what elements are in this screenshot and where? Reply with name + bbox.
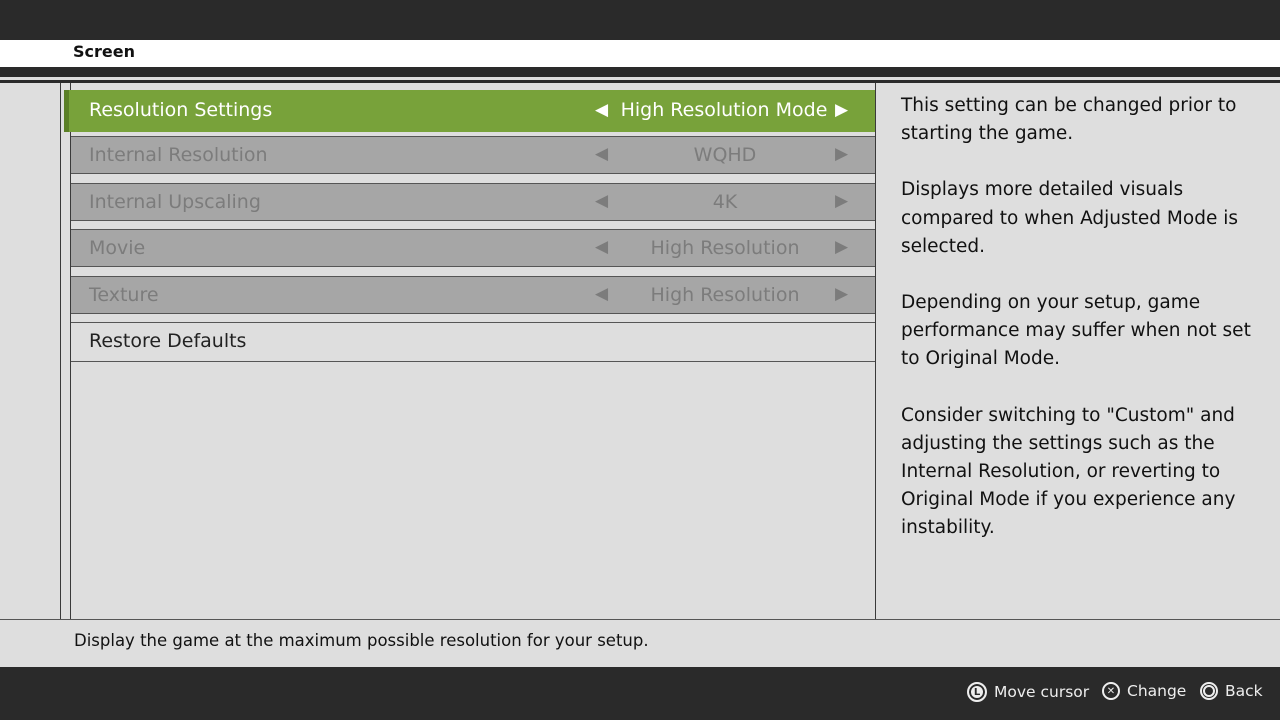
setting-value: 4K: [712, 191, 738, 213]
description-paragraph: This setting can be changed prior to sta…: [901, 95, 1237, 145]
arrow-right-icon: ▶: [835, 237, 849, 257]
setting-value: High Resolution: [650, 237, 800, 259]
arrow-left-icon: ◀: [595, 237, 609, 257]
footer-divider: [0, 619, 1280, 620]
arrow-right-icon: ▶: [835, 284, 849, 304]
cross-button-icon: ✕: [1102, 682, 1120, 700]
arrow-left-icon[interactable]: ◀: [595, 100, 608, 120]
control-hint-label: Move cursor: [994, 683, 1090, 701]
setting-row-internal-upscaling: Internal Upscaling ◀ 4K ▶: [71, 183, 875, 221]
control-hint-back[interactable]: Back: [1200, 682, 1263, 700]
title-divider-thin: [0, 80, 1280, 83]
help-text: Display the game at the maximum possible…: [74, 631, 649, 650]
title-bar: Screen: [0, 40, 1280, 67]
control-hint-label: Back: [1225, 682, 1263, 700]
arrow-left-icon: ◀: [595, 191, 609, 211]
setting-description: This setting can be changed prior to sta…: [901, 92, 1261, 571]
control-hint-move-cursor: L Move cursor: [967, 682, 1089, 702]
description-paragraph: Consider switching to "Custom" and adjus…: [901, 404, 1236, 539]
left-stick-icon: L: [967, 682, 987, 702]
setting-value: High Resolution: [650, 284, 800, 306]
setting-row-resolution-settings[interactable]: Resolution Settings ◀ High Resolution Mo…: [64, 90, 875, 132]
setting-label: Internal Resolution: [89, 144, 268, 166]
arrow-left-icon: ◀: [595, 144, 609, 164]
selection-indicator: [64, 90, 69, 132]
arrow-right-icon[interactable]: ▶: [835, 100, 848, 120]
setting-label: Texture: [89, 284, 159, 306]
description-paragraph: Depending on your setup, game performanc…: [901, 292, 1251, 370]
control-hint-label: Change: [1127, 682, 1187, 700]
top-bar: [0, 0, 1280, 40]
arrow-right-icon: ▶: [835, 191, 849, 211]
title-divider: [0, 67, 1280, 77]
setting-row-movie: Movie ◀ High Resolution ▶: [71, 229, 875, 267]
setting-row-internal-resolution: Internal Resolution ◀ WQHD ▶: [71, 136, 875, 174]
restore-defaults-button[interactable]: Restore Defaults: [71, 322, 875, 362]
arrow-left-icon: ◀: [595, 284, 609, 304]
arrow-right-icon: ▶: [835, 144, 849, 164]
page-title: Screen: [73, 42, 135, 61]
panel-divider: [875, 83, 876, 619]
setting-label: Movie: [89, 237, 146, 259]
setting-value: WQHD: [693, 144, 757, 166]
control-hint-change: ✕ Change: [1102, 682, 1186, 700]
restore-defaults-label: Restore Defaults: [89, 330, 247, 352]
circle-button-icon: [1200, 682, 1218, 700]
list-frame-left-outer: [60, 83, 61, 619]
setting-value: High Resolution Mode: [620, 99, 828, 121]
setting-row-texture: Texture ◀ High Resolution ▶: [71, 276, 875, 314]
description-paragraph: Displays more detailed visuals compared …: [901, 179, 1238, 257]
setting-label: Internal Upscaling: [89, 191, 261, 213]
setting-label: Resolution Settings: [89, 99, 273, 121]
